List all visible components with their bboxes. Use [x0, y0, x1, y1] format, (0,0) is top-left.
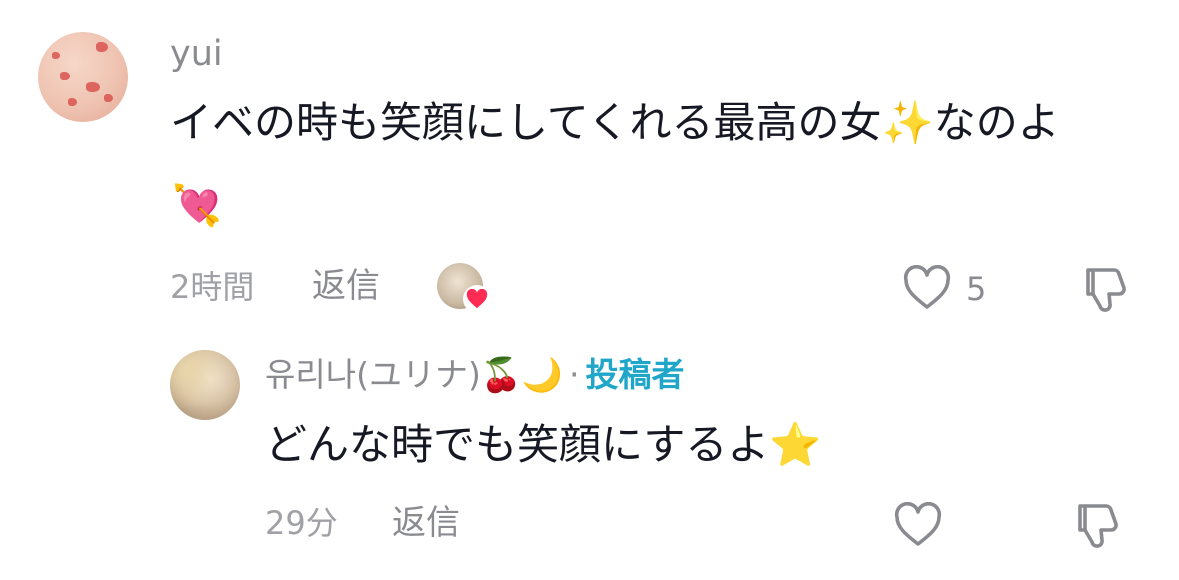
reply-button[interactable]: 返信: [312, 263, 380, 309]
creator-liked-badge: [437, 263, 491, 313]
heart-badge-icon: [463, 285, 491, 313]
reply-dislike-icon[interactable]: [1072, 500, 1122, 550]
like-heart-icon[interactable]: [902, 264, 952, 311]
reply-text: どんな時でも笑顔にするよ⭐️: [265, 420, 822, 469]
dislike-icon[interactable]: [1080, 264, 1130, 314]
reply-to-reply-button[interactable]: 返信: [392, 500, 460, 546]
creator-label: 投稿者: [585, 355, 685, 394]
reply-timestamp: 29分: [265, 504, 338, 542]
like-count: 5: [966, 270, 987, 308]
replier-username[interactable]: 유리나(ユリナ)🍒🌙: [265, 355, 563, 394]
commenter-username[interactable]: yui: [170, 30, 223, 78]
comment-text-emoji-line: 💘: [172, 183, 222, 229]
reply-header: 유리나(ユリナ)🍒🌙 · 投稿者: [265, 352, 685, 398]
commenter-avatar[interactable]: [38, 32, 128, 122]
reply-like-heart-icon[interactable]: [893, 501, 943, 548]
replier-avatar[interactable]: [170, 350, 240, 420]
separator-dot: ·: [569, 355, 580, 394]
comment-text: イベの時も笑顔にしてくれる最高の女✨なのよ: [170, 98, 1060, 147]
comment-timestamp: 2時間: [170, 268, 255, 306]
